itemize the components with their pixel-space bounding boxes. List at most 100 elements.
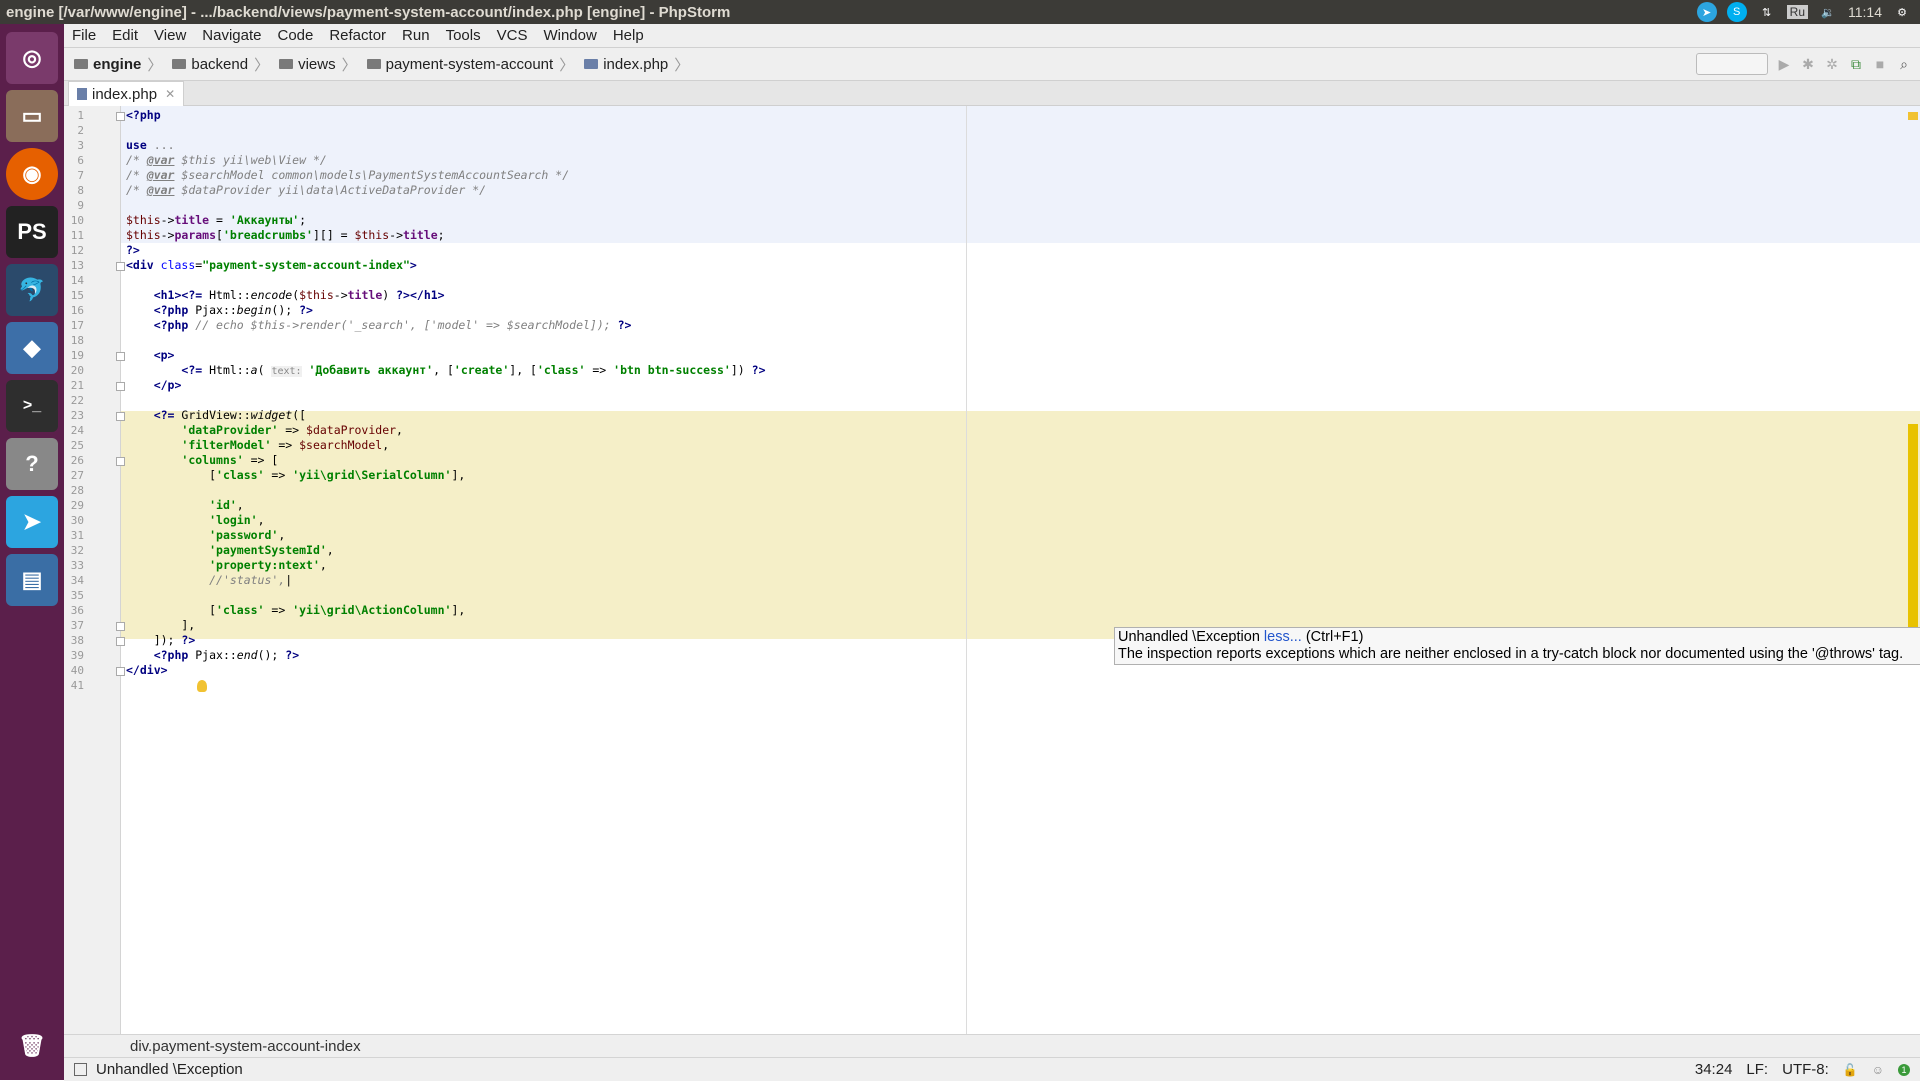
run-toolbar: ▶ ✱ ✲ ⧉ ■ ⌕ xyxy=(1696,53,1912,75)
status-indicators: 34:24 LF: UTF-8: 🔓 ☺ 1 xyxy=(1695,1061,1910,1078)
code-line: 17 <?php // echo $this->render('_search'… xyxy=(70,318,632,332)
code-line: 40 </div> xyxy=(70,663,168,677)
code-line: 20 <?= Html::a( text: 'Добавить аккаунт'… xyxy=(70,363,766,377)
code-line: 23 <?= GridView::widget([ xyxy=(70,408,307,422)
debug-icon[interactable]: ✱ xyxy=(1800,56,1816,72)
settings-gear-icon[interactable]: ⚙ xyxy=(1892,2,1912,22)
unity-launcher: ◎ ▭ ◉ PS 🐬 ◆ >_ ? ➤ ▤ 🗑 xyxy=(0,24,64,1080)
trash-icon[interactable]: 🗑 xyxy=(6,1020,58,1072)
telegram-tray-icon[interactable]: ➤ xyxy=(1696,2,1717,22)
php-file-icon xyxy=(584,59,599,69)
code-line: 32 'paymentSystemId', xyxy=(70,543,334,557)
code-line: 33 'property:ntext', xyxy=(70,558,327,572)
folder-icon xyxy=(172,59,187,69)
network-icon[interactable]: ⇅ xyxy=(1757,2,1777,22)
menu-view[interactable]: View xyxy=(146,27,194,44)
code-line: 31 'password', xyxy=(70,528,286,542)
php-file-icon xyxy=(77,88,87,100)
tool-windows-icon[interactable] xyxy=(74,1063,87,1076)
line-separator[interactable]: LF: xyxy=(1746,1061,1768,1078)
menu-vcs[interactable]: VCS xyxy=(489,27,536,44)
code-line: 41 xyxy=(70,679,84,692)
mysql-workbench-icon[interactable]: 🐬 xyxy=(6,264,58,316)
keyboard-layout[interactable]: Ru xyxy=(1786,5,1808,19)
menu-file[interactable]: File xyxy=(64,27,104,44)
coverage-icon[interactable]: ✲ xyxy=(1824,56,1840,72)
code-line: 18 xyxy=(70,334,84,347)
window-title: engine [/var/www/engine] - .../backend/v… xyxy=(6,3,731,21)
breadcrumb-payment-system-account[interactable]: payment-system-account 〉 xyxy=(357,54,574,75)
menu-bar: File Edit View Navigate Code Refactor Ru… xyxy=(64,24,1920,48)
tooltip-body: The inspection reports exceptions which … xyxy=(1118,646,1904,662)
structure-breadcrumb-bar: div.payment-system-account-index xyxy=(64,1034,1920,1058)
search-icon[interactable]: ⌕ xyxy=(1896,56,1912,72)
code-line: 27 ['class' => 'yii\grid\SerialColumn'], xyxy=(70,468,466,482)
telegram-icon[interactable]: ➤ xyxy=(6,496,58,548)
breadcrumb-backend[interactable]: backend 〉 xyxy=(162,54,269,75)
tooltip-title: Unhandled \Exception xyxy=(1118,629,1260,645)
inspector-icon[interactable]: ☺ xyxy=(1872,1063,1884,1077)
run-configuration-select[interactable] xyxy=(1696,53,1768,75)
menu-run[interactable]: Run xyxy=(394,27,438,44)
code-line: 3 use ... xyxy=(77,138,175,152)
close-icon[interactable]: ✕ xyxy=(165,87,175,101)
navigation-bar: engine 〉 backend 〉 views 〉 payment-system-a… xyxy=(64,48,1920,81)
code-line: 12 ?> xyxy=(70,243,140,257)
code-line: 16 <?php Pjax::begin(); ?> xyxy=(70,303,313,317)
terminal-icon[interactable]: >_ xyxy=(6,380,58,432)
ubuntu-logo-icon[interactable]: ◎ xyxy=(6,32,58,84)
code-editor[interactable]: 1 <?php 2 3 use ... 6/* @var $this yii\web… xyxy=(64,106,1920,1034)
run-icon[interactable]: ▶ xyxy=(1776,56,1792,72)
code-line: 9 xyxy=(77,199,84,212)
menu-tools[interactable]: Tools xyxy=(438,27,489,44)
files-icon[interactable]: ▭ xyxy=(6,90,58,142)
tooltip-less-link[interactable]: less... xyxy=(1264,629,1302,645)
breadcrumb-index-php[interactable]: index.php 〉 xyxy=(574,54,689,75)
code-line: 29 'id', xyxy=(70,498,244,512)
file-encoding[interactable]: UTF-8: xyxy=(1782,1061,1829,1078)
profile-icon[interactable]: ⧉ xyxy=(1848,56,1864,72)
menu-code[interactable]: Code xyxy=(269,27,321,44)
caret-position[interactable]: 34:24 xyxy=(1695,1061,1733,1078)
inspection-tooltip: Unhandled \Exception less... (Ctrl+F1) T… xyxy=(1114,627,1920,665)
firefox-icon[interactable]: ◉ xyxy=(6,148,58,200)
screenshot-icon[interactable]: ▤ xyxy=(6,554,58,606)
folder-icon xyxy=(74,59,88,69)
structure-path[interactable]: div.payment-system-account-index xyxy=(130,1038,361,1055)
code-line: 35 xyxy=(70,589,84,602)
menu-navigate[interactable]: Navigate xyxy=(194,27,269,44)
code-line: 36 ['class' => 'yii\grid\ActionColumn'], xyxy=(70,603,466,617)
code-line: 24 'dataProvider' => $dataProvider, xyxy=(70,423,403,437)
code-line: 26 'columns' => [ xyxy=(70,453,279,467)
stop-icon[interactable]: ■ xyxy=(1872,56,1888,72)
breadcrumb-engine[interactable]: engine 〉 xyxy=(64,54,162,75)
event-log-icon[interactable]: 1 xyxy=(1898,1063,1910,1076)
volume-icon[interactable]: 🔉 xyxy=(1818,2,1838,22)
code-line: 7/* @var $searchModel common\models\Paym… xyxy=(77,168,570,182)
tab-index-php[interactable]: index.php ✕ xyxy=(68,81,185,106)
code-line: 2 xyxy=(77,124,84,137)
breadcrumb-views[interactable]: views 〉 xyxy=(269,54,357,75)
system-tray: ➤ S ⇅ Ru 🔉 11:14 ⚙ xyxy=(1696,0,1920,24)
system-top-bar: engine [/var/www/engine] - .../backend/v… xyxy=(0,0,1920,24)
code-line: 11 $this->params['breadcrumbs'][] = $this… xyxy=(70,228,445,242)
editor-tab-bar: index.php ✕ xyxy=(64,81,1920,106)
clock[interactable]: 11:14 xyxy=(1848,4,1882,20)
code-line: 28 xyxy=(70,484,84,497)
menu-refactor[interactable]: Refactor xyxy=(321,27,394,44)
phpstorm-icon[interactable]: PS xyxy=(6,206,58,258)
menu-help[interactable]: Help xyxy=(605,27,652,44)
help-icon[interactable]: ? xyxy=(6,438,58,490)
code-lines: 1 <?php 2 3 use ... 6/* @var $this yii\web… xyxy=(64,108,1920,693)
skype-tray-icon[interactable]: S xyxy=(1726,2,1747,22)
cube-icon[interactable]: ◆ xyxy=(6,322,58,374)
code-line: 22 xyxy=(70,394,84,407)
menu-window[interactable]: Window xyxy=(535,27,604,44)
folder-icon xyxy=(279,59,294,69)
code-line: 30 'login', xyxy=(70,513,265,527)
status-bar: Unhandled \Exception 34:24 LF: UTF-8: 🔓 … xyxy=(64,1057,1920,1081)
lock-icon[interactable]: 🔓 xyxy=(1843,1063,1858,1077)
code-line: 13 <div class="payment-system-account-ind… xyxy=(70,258,417,272)
menu-edit[interactable]: Edit xyxy=(104,27,146,44)
code-line: 25 'filterModel' => $searchModel, xyxy=(70,438,390,452)
